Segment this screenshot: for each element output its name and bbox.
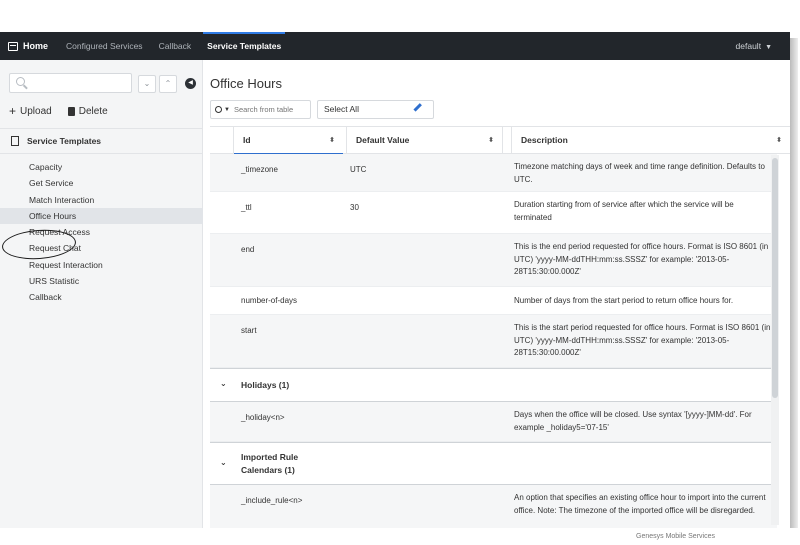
cell-id: _include_rule<n>: [241, 496, 303, 505]
plus-icon: +: [9, 104, 17, 118]
nav-configured-services[interactable]: Configured Services: [66, 41, 143, 51]
sidebar-item-get-service[interactable]: Get Service: [0, 175, 203, 191]
cell-description: Number of days from the start period to …: [514, 296, 734, 305]
main-panel: Office Hours ▼ Select All Id ⬍ Default V…: [203, 60, 790, 537]
watermark-text: Genesys Mobile Services: [636, 533, 715, 540]
group-row-imported-rule-calendars[interactable]: ⌄ Imported Rule Calendars (1): [210, 442, 777, 485]
table-row[interactable]: _timezone UTC Timezone matching days of …: [210, 154, 777, 192]
table-row[interactable]: _holiday<n> Days when the office will be…: [210, 402, 777, 442]
table-header: Id ⬍ Default Value ⬍ Description ⬍: [210, 126, 790, 155]
collapse-up-button[interactable]: ⌃: [159, 75, 177, 93]
table-body: _timezone UTC Timezone matching days of …: [210, 154, 790, 537]
cell-default-value: 30: [350, 203, 359, 212]
cell-description: An option that specifies an existing off…: [514, 493, 766, 515]
page-title: Office Hours: [210, 76, 283, 91]
column-header-id-label: Id: [243, 135, 251, 145]
search-icon: [16, 77, 25, 86]
sidebar-search: [9, 73, 132, 93]
sort-icon: ⬍: [776, 137, 782, 144]
sidebar-section-header[interactable]: Service Templates: [0, 128, 203, 154]
delete-button[interactable]: Delete: [79, 106, 108, 117]
user-menu-label: default: [735, 41, 762, 51]
cell-id: start: [241, 326, 257, 335]
nav-service-templates[interactable]: Service Templates: [203, 32, 286, 60]
cell-description: This is the start period requested for o…: [514, 323, 771, 357]
sort-icon: ⬍: [329, 137, 335, 144]
sidebar-search-input[interactable]: [10, 74, 131, 92]
cell-description: Timezone matching days of week and time …: [514, 162, 765, 184]
cell-id: _ttl: [241, 203, 252, 212]
cell-description: Days when the office will be closed. Use…: [514, 410, 752, 432]
home-icon: [8, 41, 18, 51]
table-row[interactable]: start This is the start period requested…: [210, 315, 777, 368]
chevron-down-icon[interactable]: ⌄: [220, 458, 227, 467]
table-row[interactable]: _ttl 30 Duration starting from of servic…: [210, 192, 777, 234]
page-shadow: [790, 38, 798, 533]
cell-description: Duration starting from of service after …: [514, 200, 734, 222]
cell-default-value: UTC: [350, 165, 367, 174]
caret-down-icon: ▼: [765, 44, 772, 51]
group-label: Imported Rule Calendars (1): [241, 452, 299, 475]
search-icon: [215, 106, 222, 113]
nav-home[interactable]: Home: [0, 41, 48, 51]
pencil-icon[interactable]: [413, 103, 422, 112]
sidebar: ⌄ ⌃ ◀ + Upload Delete Service Templates …: [0, 60, 203, 537]
group-label: Holidays (1): [241, 380, 290, 390]
cell-id: _timezone: [241, 165, 278, 174]
document-icon: [11, 136, 19, 146]
cell-description: This is the end period requested for off…: [514, 242, 769, 276]
column-header-description-label: Description: [521, 135, 568, 145]
sidebar-item-callback[interactable]: Callback: [0, 289, 203, 305]
table-search-input[interactable]: [233, 105, 304, 114]
sidebar-actions: + Upload Delete: [9, 104, 108, 118]
sidebar-item-urs-statistic[interactable]: URS Statistic: [0, 273, 203, 289]
cell-id: end: [241, 245, 255, 254]
group-row-holidays[interactable]: ⌄ Holidays (1): [210, 368, 777, 402]
sidebar-item-office-hours[interactable]: Office Hours: [0, 207, 203, 225]
select-all-label: Select All: [324, 104, 359, 114]
chevron-down-icon: ⌄: [143, 79, 151, 88]
cell-id: number-of-days: [241, 296, 298, 305]
chevron-up-icon: ⌃: [164, 79, 172, 88]
column-header-default-value[interactable]: Default Value ⬍: [346, 127, 503, 154]
arrow-left-icon: ◀: [188, 80, 193, 86]
cell-id: _holiday<n>: [241, 413, 285, 422]
sidebar-item-match-interaction[interactable]: Match Interaction: [0, 192, 203, 208]
sidebar-item-capacity[interactable]: Capacity: [0, 159, 203, 175]
table-search: ▼: [210, 100, 311, 119]
nav-callback[interactable]: Callback: [159, 41, 192, 51]
column-header-description[interactable]: Description ⬍: [511, 127, 790, 154]
upload-button[interactable]: Upload: [20, 106, 52, 117]
table-row[interactable]: number-of-days Number of days from the s…: [210, 287, 777, 315]
app-window: Home Configured Services Callback Servic…: [0, 32, 790, 537]
nav-home-label: Home: [23, 41, 49, 51]
column-header-id[interactable]: Id ⬍: [233, 127, 343, 155]
top-navbar: Home Configured Services Callback Servic…: [0, 32, 790, 60]
chevron-down-icon[interactable]: ⌄: [220, 379, 227, 388]
sort-icon: ⬍: [488, 137, 494, 144]
select-all-dropdown[interactable]: Select All: [317, 100, 434, 119]
trash-icon: [67, 106, 75, 116]
table-scrollbar-thumb[interactable]: [772, 158, 778, 398]
collapse-sidebar-button[interactable]: ◀: [185, 78, 196, 89]
options-table: Id ⬍ Default Value ⬍ Description ⬍ _time…: [210, 126, 790, 537]
sidebar-section-label: Service Templates: [27, 136, 102, 146]
table-row[interactable]: end This is the end period requested for…: [210, 234, 777, 287]
column-header-default-value-label: Default Value: [356, 135, 410, 145]
caret-down-icon[interactable]: ▼: [224, 107, 230, 113]
collapse-down-button[interactable]: ⌄: [138, 75, 156, 93]
user-menu[interactable]: default ▼: [736, 32, 772, 60]
